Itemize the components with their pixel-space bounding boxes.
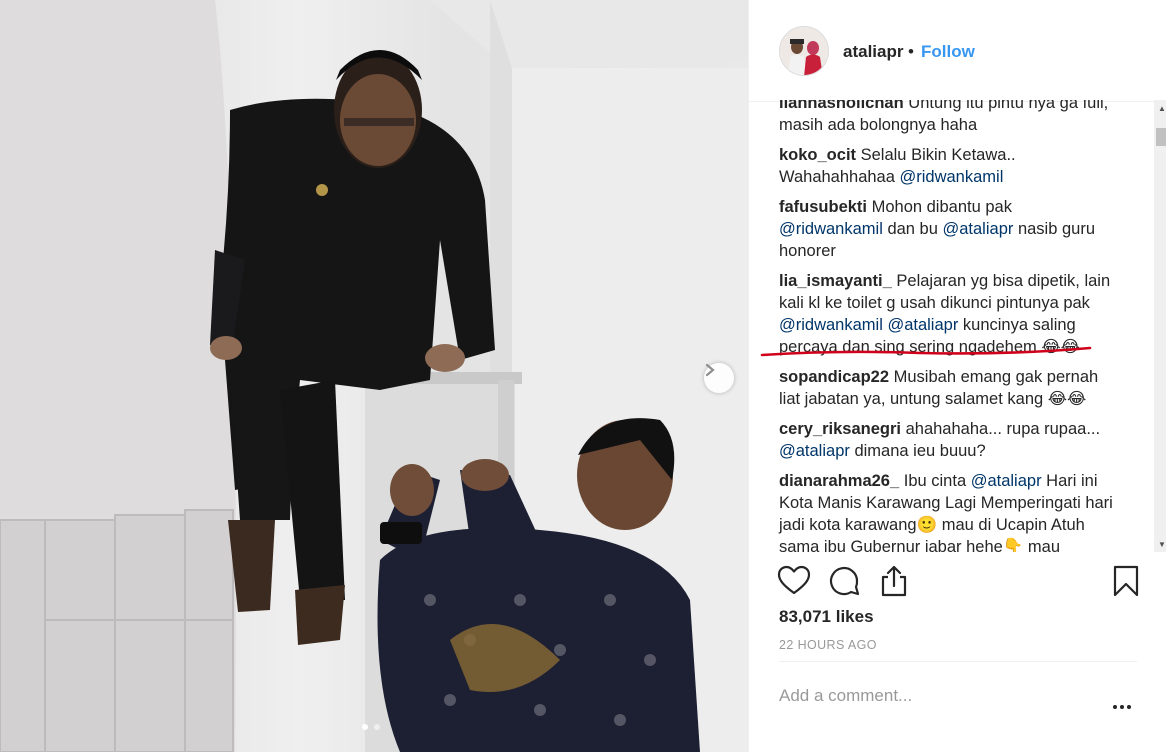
scroll-up-arrow[interactable]: ▲ bbox=[1154, 100, 1166, 116]
save-button[interactable] bbox=[1109, 564, 1143, 598]
more-options-button[interactable] bbox=[1113, 705, 1131, 709]
comment-item: koko_ocit Selalu Bikin Ketawa.. Wahahahh… bbox=[779, 144, 1119, 188]
comment-text: dan bu bbox=[882, 220, 943, 238]
comment-mention[interactable]: @ataliapr bbox=[779, 442, 850, 460]
comment-mention[interactable]: @ataliapr bbox=[971, 472, 1042, 490]
bookmark-icon bbox=[1113, 565, 1139, 597]
scroll-thumb[interactable] bbox=[1156, 128, 1166, 146]
comment-username[interactable]: liannasholichan bbox=[779, 100, 904, 112]
comments-scrollbar[interactable]: ▲ ▼ bbox=[1154, 100, 1166, 552]
comment-button[interactable] bbox=[827, 564, 861, 598]
avatar-image bbox=[780, 27, 828, 75]
comment-username[interactable]: fafusubekti bbox=[779, 198, 867, 216]
likes-count[interactable]: 83,071 likes bbox=[779, 607, 874, 627]
post-photo[interactable] bbox=[0, 0, 748, 752]
comment-text: Ibu cinta bbox=[899, 472, 971, 490]
follow-button[interactable]: Follow bbox=[921, 42, 975, 62]
share-button[interactable] bbox=[877, 564, 911, 598]
post-username[interactable]: ataliapr bbox=[843, 42, 903, 62]
comment-mention[interactable]: @ridwankamil bbox=[900, 168, 1004, 186]
share-icon bbox=[881, 565, 907, 597]
red-underline-annotation bbox=[760, 346, 1092, 357]
comment-divider bbox=[779, 661, 1137, 662]
comment-item: cery_riksanegri ahahahaha... rupa rupaa.… bbox=[779, 418, 1119, 462]
more-options-icon-dot bbox=[1113, 705, 1117, 709]
post-header: ataliapr • Follow bbox=[749, 0, 1166, 102]
carousel-indicator bbox=[362, 724, 380, 730]
comment-username[interactable]: lia_ismayanti_ bbox=[779, 272, 892, 290]
comments-list[interactable]: liannasholichan Untung itu pintu nya ga … bbox=[749, 100, 1166, 552]
carousel-dot-2 bbox=[374, 724, 380, 730]
heart-icon bbox=[777, 565, 811, 595]
post-sidebar: ataliapr • Follow liannasholichan Untung… bbox=[748, 0, 1166, 752]
scroll-down-arrow[interactable]: ▼ bbox=[1154, 536, 1166, 552]
comment-mention[interactable]: @ridwankamil bbox=[779, 316, 883, 334]
comment-item: fafusubekti Mohon dibantu pak @ridwankam… bbox=[779, 196, 1119, 262]
comment-item: liannasholichan Untung itu pintu nya ga … bbox=[779, 100, 1119, 136]
comment-text: Mohon dibantu pak bbox=[867, 198, 1012, 216]
comment-username[interactable]: cery_riksanegri bbox=[779, 420, 901, 438]
comment-mention[interactable]: @ataliapr bbox=[887, 316, 958, 334]
next-photo-button[interactable] bbox=[704, 363, 734, 393]
comment-username[interactable]: dianarahma26_ bbox=[779, 472, 899, 490]
chevron-right-icon bbox=[705, 363, 715, 377]
comment-text: ahahahaha... rupa rupaa... bbox=[901, 420, 1101, 438]
comment-icon bbox=[829, 566, 860, 596]
header-separator: • bbox=[908, 42, 914, 61]
add-comment-input[interactable]: Add a comment... bbox=[779, 686, 912, 706]
action-bar bbox=[749, 560, 1166, 600]
comment-mention[interactable]: @ataliapr bbox=[943, 220, 1014, 238]
avatar[interactable] bbox=[779, 26, 829, 76]
carousel-dot-1 bbox=[362, 724, 368, 730]
photo-scene bbox=[0, 0, 748, 752]
comment-username[interactable]: koko_ocit bbox=[779, 146, 856, 164]
comment-item: sopandicap22 Musibah emang gak pernah li… bbox=[779, 366, 1119, 410]
comment-username[interactable]: sopandicap22 bbox=[779, 368, 889, 386]
comment-item: dianarahma26_ Ibu cinta @ataliapr Hari i… bbox=[779, 470, 1119, 552]
comment-text: dimana ieu buuu? bbox=[849, 442, 986, 460]
more-options-icon-dot bbox=[1120, 705, 1124, 709]
comment-mention[interactable]: @ridwankamil bbox=[779, 220, 883, 238]
more-options-icon-dot bbox=[1127, 705, 1131, 709]
post-timestamp[interactable]: 22 HOURS AGO bbox=[779, 638, 877, 652]
like-button[interactable] bbox=[777, 564, 811, 598]
